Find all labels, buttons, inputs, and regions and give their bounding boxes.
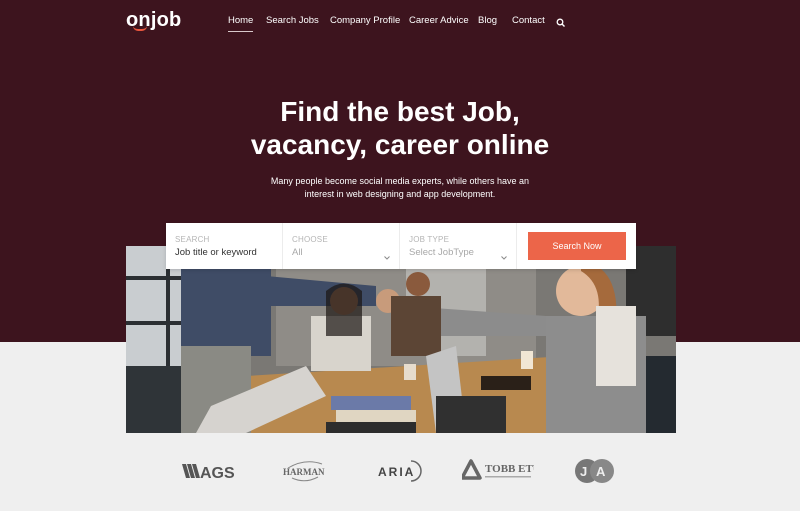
job-type-select[interactable]: JOB TYPE Select JobType [400, 223, 517, 269]
job-search-bar: SEARCH Job title or keyword CHOOSE All J… [166, 223, 636, 269]
job-type-label: JOB TYPE [409, 235, 450, 244]
nav-blog[interactable]: Blog [478, 15, 497, 26]
hero-title: Find the best Job, vacancy, career onlin… [0, 95, 800, 161]
partner-name: TOBB ETÜ [485, 462, 534, 475]
category-select[interactable]: CHOOSE All [283, 223, 400, 269]
partner-name: HARMAN [283, 467, 325, 477]
partner-logo-ags[interactable]: AGS [182, 458, 236, 484]
partner-name: ARIA [378, 465, 415, 479]
hero-title-line2: vacancy, career online [250, 129, 550, 160]
logo-text-j: j [150, 9, 157, 31]
job-type-value[interactable]: Select JobType [409, 247, 474, 258]
nav-home[interactable]: Home [228, 15, 254, 32]
search-now-button[interactable]: Search Now [528, 232, 626, 260]
search-icon[interactable] [556, 15, 566, 27]
chevron-down-icon[interactable] [500, 249, 508, 260]
nav-contact[interactable]: Contact [512, 15, 545, 26]
partner-logo-aria[interactable]: ARIA [378, 458, 424, 484]
partner-logo-harman[interactable]: HARMAN [282, 458, 328, 484]
hero-subtitle: Many people become social media experts,… [0, 175, 800, 201]
partner-name: AGS [200, 465, 235, 481]
svg-text:A: A [596, 464, 606, 479]
partner-logo-ja[interactable]: J A JA [574, 458, 616, 484]
logo-text-ob: ob [156, 9, 182, 31]
hero-subtitle-line1: Many people become social media experts,… [270, 176, 530, 186]
hero-photo [126, 246, 676, 433]
category-label: CHOOSE [292, 235, 328, 244]
keyword-field[interactable]: SEARCH Job title or keyword [166, 223, 283, 269]
nav-company-profile[interactable]: Company Profile [330, 15, 400, 26]
hero-subtitle-line2: interest in web designing and app develo… [304, 189, 496, 199]
chevron-down-icon[interactable] [383, 249, 391, 260]
hero-title-line1: Find the best Job, [280, 96, 520, 127]
keyword-label: SEARCH [175, 235, 210, 244]
partner-logo-tobb-etu[interactable]: TOBB ETÜ [462, 458, 534, 484]
category-value[interactable]: All [292, 247, 303, 258]
keyword-input[interactable]: Job title or keyword [175, 247, 257, 258]
nav-search-jobs[interactable]: Search Jobs [266, 15, 319, 26]
nav-career-advice[interactable]: Career Advice [409, 15, 469, 26]
svg-text:J: J [580, 464, 587, 479]
